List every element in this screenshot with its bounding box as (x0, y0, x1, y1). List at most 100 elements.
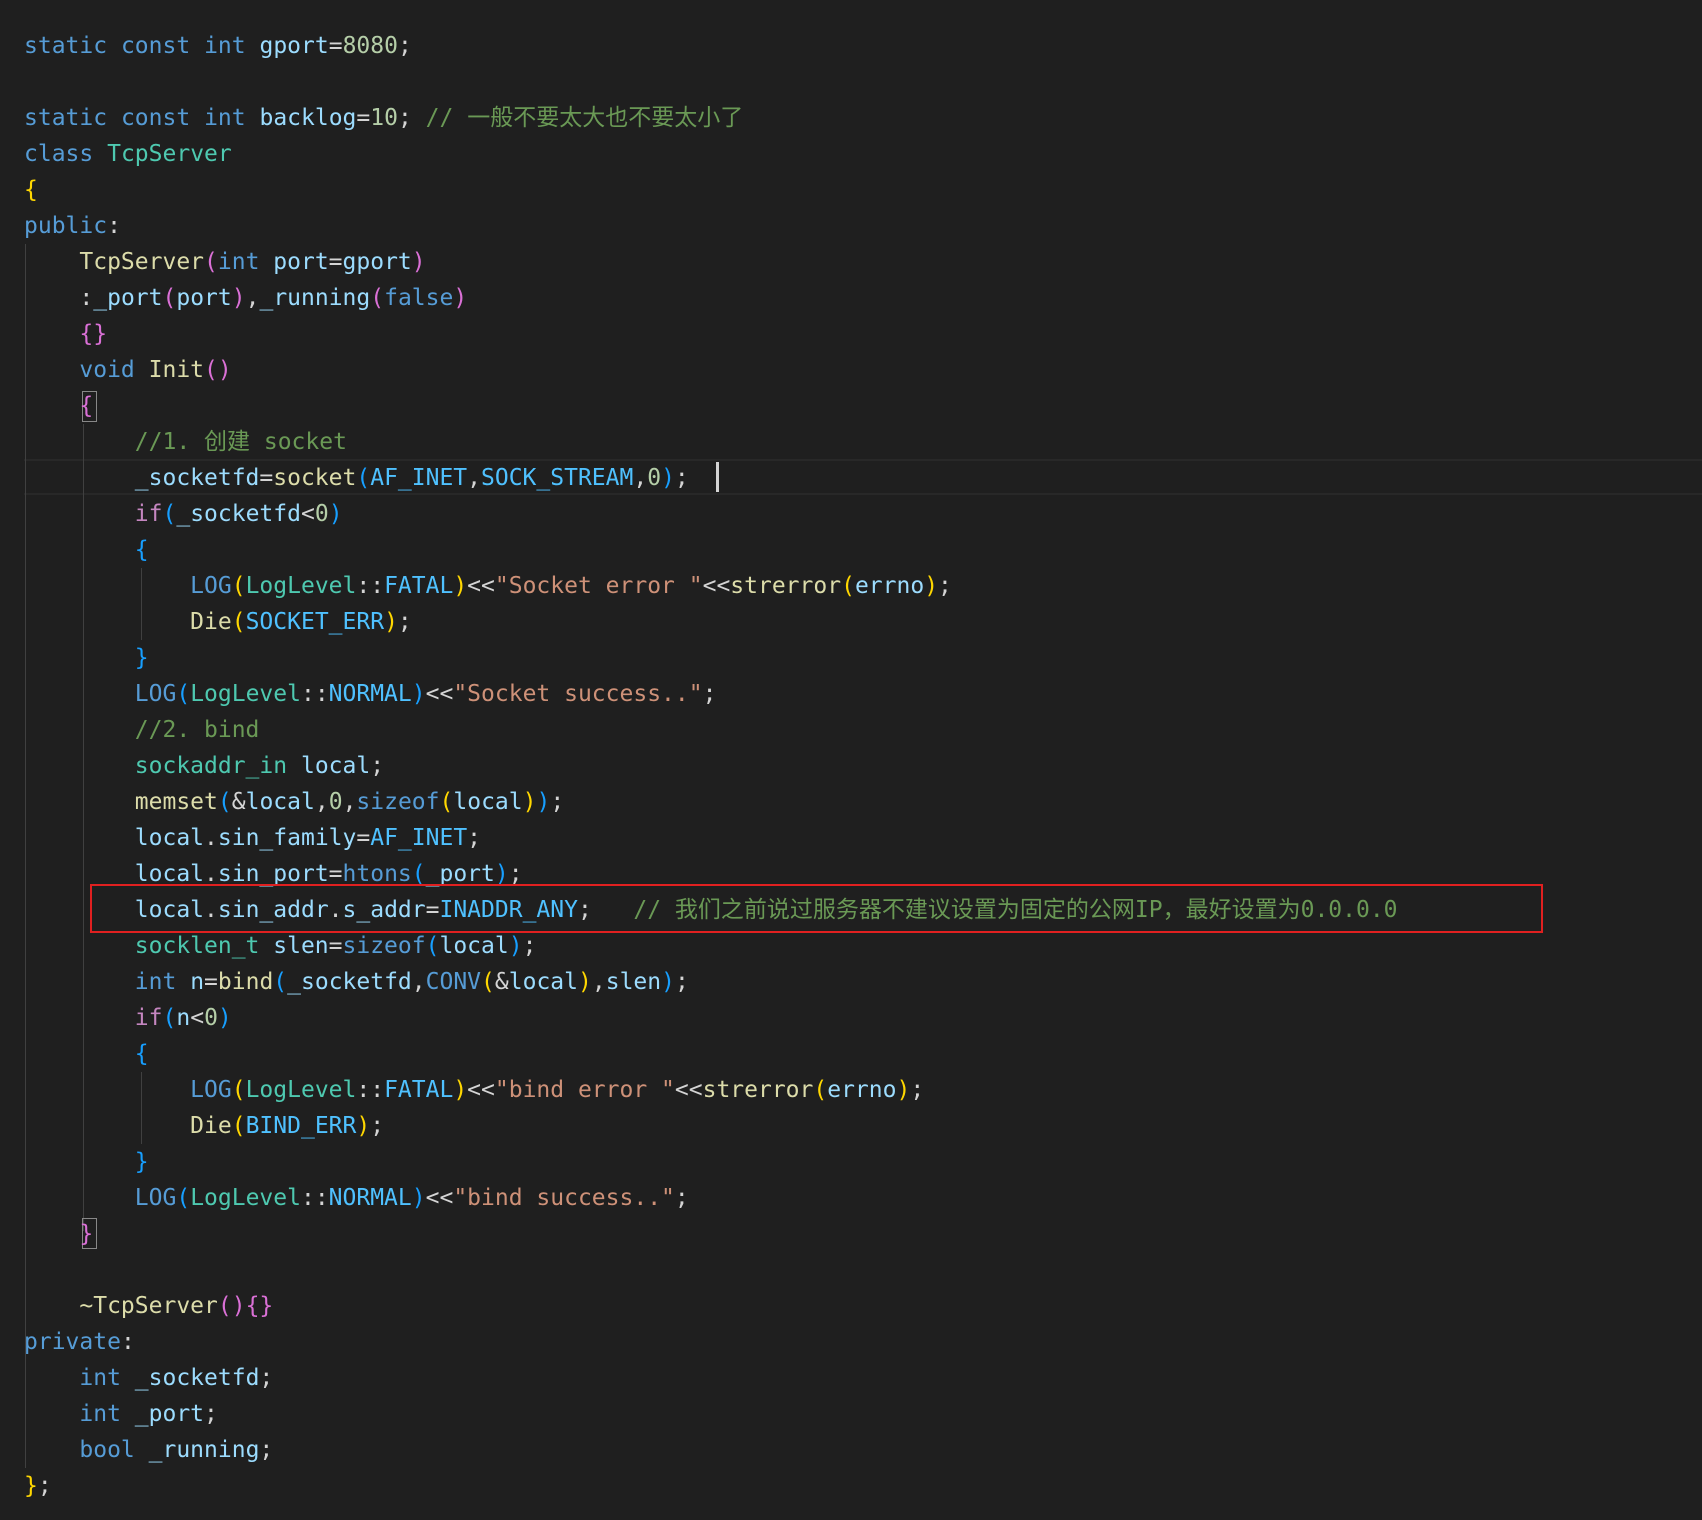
code-line[interactable]: if(_socketfd<0) (24, 496, 343, 532)
code-line[interactable]: int _port; (24, 1396, 218, 1432)
code-token: memset (134, 789, 218, 815)
code-line[interactable]: Die(BIND_ERR); (24, 1108, 384, 1144)
code-token: , (342, 789, 357, 815)
code-token: , (314, 789, 329, 815)
code-token: BIND_ERR (245, 1113, 357, 1139)
code-token: int (134, 969, 177, 995)
code-token: errno (827, 1077, 897, 1103)
code-token: { (134, 1041, 149, 1067)
code-token: const (120, 105, 191, 131)
code-line[interactable]: LOG(LogLevel::FATAL)<<"Socket error "<<s… (24, 568, 952, 604)
code-line[interactable]: _socketfd=socket(AF_INET,SOCK_STREAM,0); (24, 460, 689, 496)
code-line[interactable]: if(n<0) (24, 1000, 232, 1036)
code-token: 0 (328, 789, 343, 815)
code-token: sin_family (217, 825, 357, 851)
code-token: ( (841, 573, 855, 599)
code-line[interactable]: static const int backlog=10; // 一般不要太大也不… (24, 100, 743, 136)
code-token: TcpServer (107, 141, 232, 167)
code-line[interactable]: int _socketfd; (24, 1360, 273, 1396)
code-token: ) (231, 285, 246, 311)
code-line[interactable]: //1. 创建 socket (24, 424, 347, 460)
code-token: ; (204, 1401, 218, 1427)
code-token: , (467, 465, 482, 491)
code-line[interactable]: Die(SOCKET_ERR); (24, 604, 412, 640)
code-token: ; (674, 969, 689, 995)
code-line[interactable]: } (24, 1216, 93, 1252)
code-token: LOG (190, 573, 232, 599)
annotation-highlight-box (90, 884, 1543, 933)
code-line[interactable]: { (24, 1036, 149, 1072)
code-token: :: (300, 1185, 329, 1211)
code-token: ; (522, 933, 537, 959)
code-line[interactable]: int n=bind(_socketfd,CONV(&local),slen); (24, 964, 689, 1000)
code-token: < (190, 1005, 205, 1031)
code-line[interactable]: //2. bind (24, 712, 260, 748)
code-token: : (79, 285, 94, 311)
code-token: , (591, 969, 606, 995)
code-token: << (467, 573, 495, 599)
code-line[interactable]: { (24, 388, 93, 424)
code-line[interactable]: private: (24, 1324, 135, 1360)
code-token: int (204, 105, 246, 131)
code-line[interactable]: public: (24, 208, 121, 244)
code-line[interactable]: { (24, 532, 149, 568)
code-line[interactable]: socklen_t slen=sizeof(local); (24, 928, 537, 964)
code-line[interactable]: static const int gport=8080; (24, 28, 412, 64)
code-token: const (120, 33, 191, 59)
code-line[interactable]: TcpServer(int port=gport) (24, 244, 425, 280)
code-token: :: (356, 1077, 385, 1103)
code-token: ; (370, 1113, 385, 1139)
code-token: sizeof (356, 789, 440, 815)
code-token: strerror (730, 573, 842, 599)
code-token: port (176, 285, 232, 311)
code-line[interactable]: bool _running; (24, 1432, 273, 1468)
code-token: ( (425, 933, 440, 959)
code-token: LogLevel (245, 573, 357, 599)
code-token: } (134, 1149, 149, 1175)
code-line[interactable]: } (24, 640, 149, 676)
code-line[interactable]: class TcpServer (24, 136, 232, 172)
code-token: int (204, 33, 246, 59)
code-line[interactable]: ~TcpServer(){} (24, 1288, 273, 1324)
code-token: //2. bind (134, 717, 260, 743)
code-line[interactable]: memset(&local,0,sizeof(local)); (24, 784, 564, 820)
code-line[interactable]: local.sin_family=AF_INET; (24, 820, 481, 856)
code-token: ) (924, 573, 939, 599)
code-line[interactable]: { (24, 172, 38, 208)
code-line[interactable]: :_port(port),_running(false) (24, 280, 467, 316)
code-token: TcpServer (79, 249, 205, 275)
code-token: ; (550, 789, 565, 815)
code-line[interactable]: LOG(LogLevel::FATAL)<<"bind error "<<str… (24, 1072, 924, 1108)
code-line[interactable]: LOG(LogLevel::NORMAL)<<"Socket success..… (24, 676, 717, 712)
code-line[interactable]: sockaddr_in local; (24, 748, 384, 784)
code-line[interactable]: LOG(LogLevel::NORMAL)<<"bind success.."; (24, 1180, 689, 1216)
code-token: { (79, 393, 94, 419)
code-line[interactable]: {} (24, 316, 107, 352)
code-line[interactable]: void Init() (24, 352, 231, 388)
code-line[interactable]: }; (24, 1468, 52, 1504)
code-editor[interactable]: static const int gport=8080; static const… (0, 0, 1702, 1520)
code-token: ( (204, 249, 218, 275)
code-token: LOG (134, 681, 177, 707)
code-line[interactable]: } (24, 1144, 149, 1180)
code-token: ) (896, 1077, 911, 1103)
code-token: (){} (217, 1293, 274, 1319)
code-token: ( (162, 1005, 177, 1031)
